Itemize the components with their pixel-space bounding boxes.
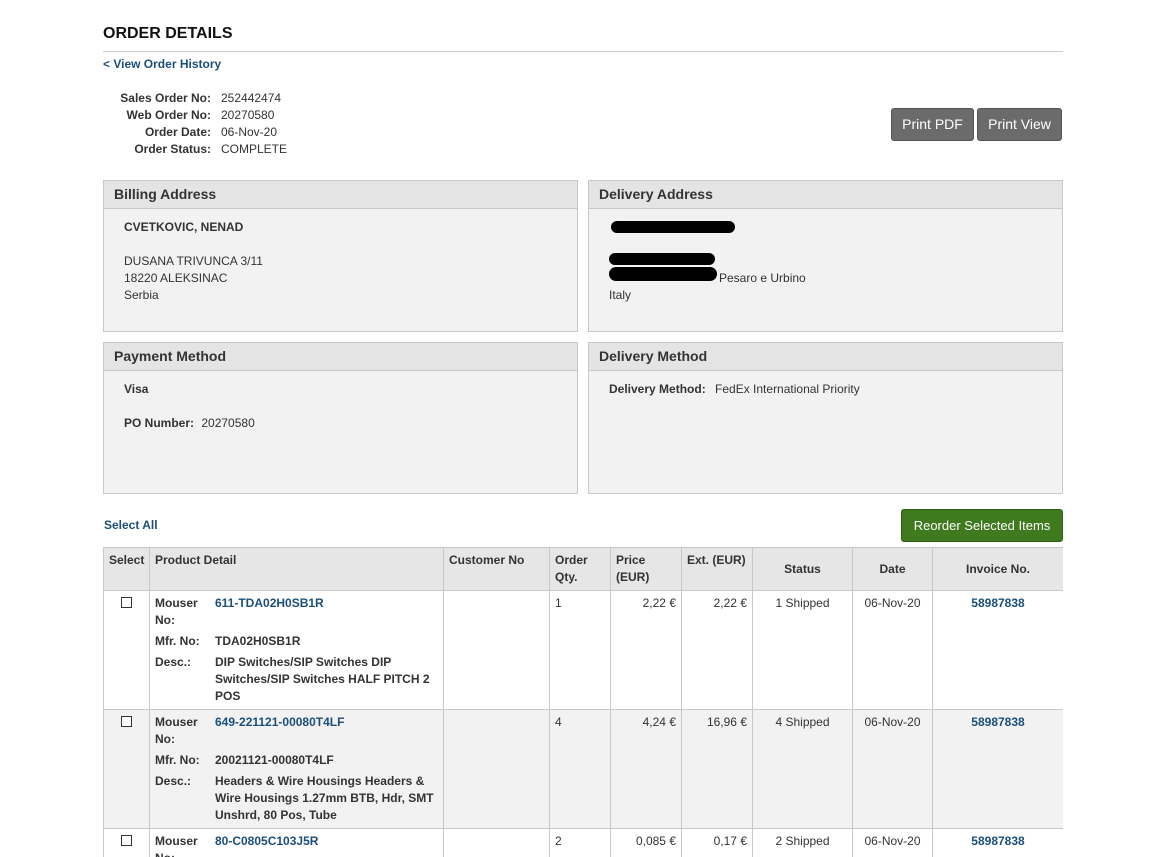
price-cell: 0,085 € — [610, 828, 682, 857]
billing-address-heading: Billing Address — [104, 181, 577, 209]
part-description: Headers & Wire Housings Headers & Wire H… — [215, 774, 434, 822]
col-order-qty: Order Qty. — [549, 547, 611, 591]
invoice-link[interactable]: 58987838 — [971, 715, 1024, 729]
view-order-history-link[interactable]: < View Order History — [103, 57, 221, 71]
delivery-address-heading: Delivery Address — [589, 181, 1062, 209]
customer-no-cell — [443, 828, 550, 857]
billing-country: Serbia — [124, 288, 159, 302]
order-summary: Sales Order No: 252442474 Web Order No: … — [103, 90, 287, 158]
ext-cell: 2,22 € — [681, 590, 753, 710]
col-status: Status — [752, 547, 853, 591]
mfr-no-label: Mfr. No: — [155, 753, 200, 767]
payment-method-heading: Payment Method — [104, 343, 577, 371]
col-invoice: Invoice No. — [932, 547, 1063, 591]
mfr-part-number: 20021121-00080T4LF — [215, 753, 334, 767]
invoice-link[interactable]: 58987838 — [971, 834, 1024, 848]
mouser-no-label: Mouser No: — [155, 596, 198, 627]
web-order-no-value: 20270580 — [221, 108, 275, 122]
col-ext: Ext. (EUR) — [681, 547, 753, 591]
delivery-country: Italy — [609, 288, 632, 302]
sales-order-no-value: 252442474 — [221, 91, 282, 105]
order-status-label: Order Status: — [134, 142, 211, 156]
invoice-link[interactable]: 58987838 — [971, 596, 1024, 610]
delivery-address-panel: Delivery Address Pesaro e Urbino Italy — [588, 180, 1063, 332]
web-order-no-label: Web Order No: — [126, 108, 211, 122]
mouser-no-label: Mouser No: — [155, 834, 198, 857]
redaction-mark — [609, 267, 717, 281]
delivery-method-value: FedEx International Priority — [715, 382, 860, 396]
mouser-part-link[interactable]: 80-C0805C103J5R — [215, 833, 438, 857]
billing-city: 18220 ALEKSINAC — [124, 271, 228, 285]
payment-method-panel: Payment Method Visa PO Number: 20270580 — [103, 342, 578, 494]
row-select-checkbox[interactable] — [121, 597, 132, 608]
customer-no-cell — [443, 709, 550, 829]
table-row: Mouser No: 649-221121-00080T4LF Mfr. No:… — [103, 709, 1063, 829]
desc-label: Desc.: — [155, 774, 192, 788]
col-customer-no: Customer No — [443, 547, 550, 591]
status-cell: 4 Shipped — [752, 709, 853, 829]
table-header-row: Select Product Detail Customer No Order … — [103, 547, 1063, 591]
price-cell: 2,22 € — [610, 590, 682, 710]
date-cell: 06-Nov-20 — [852, 590, 933, 710]
col-select: Select — [103, 547, 150, 591]
print-pdf-button[interactable]: Print PDF — [891, 108, 974, 141]
order-items-table: Select Product Detail Customer No Order … — [103, 547, 1063, 857]
mouser-part-link[interactable]: 649-221121-00080T4LF — [215, 714, 438, 748]
mouser-no-label: Mouser No: — [155, 715, 198, 746]
ext-cell: 16,96 € — [681, 709, 753, 829]
date-cell: 06-Nov-20 — [852, 709, 933, 829]
sales-order-no-label: Sales Order No: — [120, 91, 211, 105]
order-date-label: Order Date: — [144, 125, 211, 139]
table-row: Mouser No: 611-TDA02H0SB1R Mfr. No: TDA0… — [103, 590, 1063, 710]
title-divider — [103, 51, 1063, 52]
po-number-label: PO Number: — [124, 416, 195, 430]
mfr-no-label: Mfr. No: — [155, 634, 200, 648]
ext-cell: 0,17 € — [681, 828, 753, 857]
order-qty-cell: 1 — [549, 590, 611, 710]
mfr-part-number: TDA02H0SB1R — [215, 634, 301, 648]
desc-label: Desc.: — [155, 655, 192, 669]
billing-address-panel: Billing Address CVETKOVIC, NENAD DUSANA … — [103, 180, 578, 332]
redaction-mark — [609, 253, 715, 265]
page-title: ORDER DETAILS — [103, 25, 233, 42]
table-row: Mouser No: 80-C0805C103J5R 2 0,085 € 0,1… — [103, 828, 1063, 857]
order-status-value: COMPLETE — [221, 142, 288, 156]
price-cell: 4,24 € — [610, 709, 682, 829]
billing-street: DUSANA TRIVUNCA 3/11 — [124, 254, 263, 268]
payment-type: Visa — [124, 382, 149, 396]
col-date: Date — [852, 547, 933, 591]
col-product-detail: Product Detail — [149, 547, 444, 591]
row-select-checkbox[interactable] — [121, 716, 132, 727]
delivery-method-label: Delivery Method: — [609, 382, 706, 396]
billing-name: CVETKOVIC, NENAD — [124, 220, 244, 234]
order-qty-cell: 2 — [549, 828, 611, 857]
order-qty-cell: 4 — [549, 709, 611, 829]
part-description: DIP Switches/SIP Switches DIP Switches/S… — [215, 655, 430, 703]
col-price: Price (EUR) — [610, 547, 682, 591]
row-select-checkbox[interactable] — [121, 835, 132, 846]
order-date-value: 06-Nov-20 — [221, 125, 278, 139]
status-cell: 1 Shipped — [752, 590, 853, 710]
po-number-value: 20270580 — [201, 416, 255, 430]
reorder-selected-button[interactable]: Reorder Selected Items — [901, 509, 1063, 542]
customer-no-cell — [443, 590, 550, 710]
date-cell: 06-Nov-20 — [852, 828, 933, 857]
print-view-button[interactable]: Print View — [977, 108, 1062, 141]
mouser-part-link[interactable]: 611-TDA02H0SB1R — [215, 595, 438, 629]
delivery-method-heading: Delivery Method — [589, 343, 1062, 371]
select-all-link[interactable]: Select All — [104, 518, 158, 532]
status-cell: 2 Shipped — [752, 828, 853, 857]
redaction-mark — [611, 221, 735, 233]
delivery-method-panel: Delivery Method Delivery Method: FedEx I… — [588, 342, 1063, 494]
